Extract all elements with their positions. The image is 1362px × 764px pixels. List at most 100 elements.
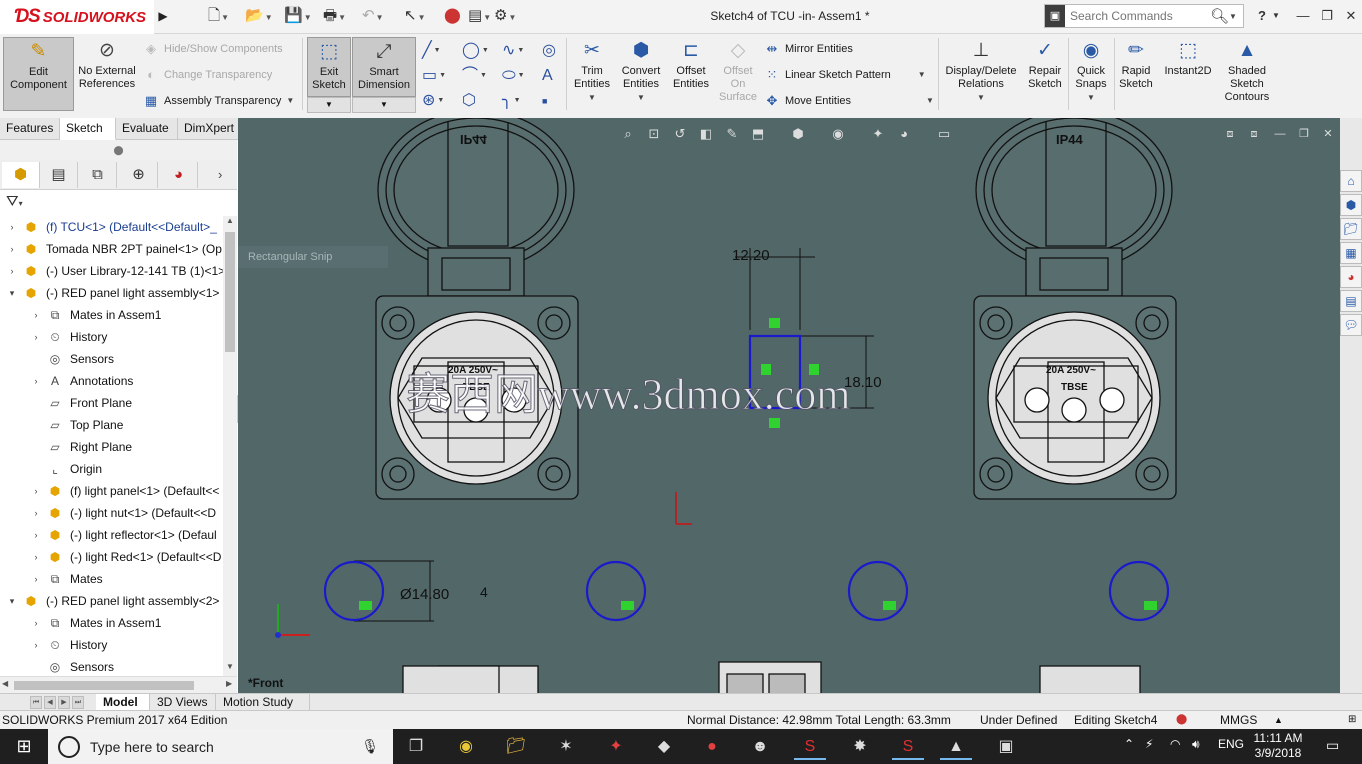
viewport-restore-icon[interactable]: ❐ xyxy=(1294,124,1314,144)
bottom-tab-3d-views[interactable]: 3D Views xyxy=(150,694,216,711)
tree-item[interactable]: › ⬢ (f) TCU<1> (Default<<Default>_ xyxy=(0,216,223,238)
expand-arrow-icon[interactable]: › xyxy=(6,216,18,238)
forum-icon[interactable]: 💬︎ xyxy=(1340,314,1362,336)
linear-pattern-dropdown-icon[interactable]: ▼ xyxy=(918,65,926,85)
bottom-tab-motion-study-1[interactable]: Motion Study 1 xyxy=(216,694,310,725)
zoom-to-area-icon[interactable]: ⊡ xyxy=(644,124,664,144)
scroll-right-icon[interactable]: ▶ xyxy=(226,679,232,688)
scroll-up-icon[interactable]: ▲ xyxy=(224,216,236,230)
viewport-close-icon[interactable]: ✕ xyxy=(1318,124,1338,144)
tree-item[interactable]: ▱ Front Plane xyxy=(0,392,223,414)
prev-tab-arrow-icon[interactable]: ◀ xyxy=(44,696,56,709)
line-tool-icon[interactable]: ╱ ▼ xyxy=(422,40,456,62)
tab-features[interactable]: Features xyxy=(0,118,60,140)
expand-arrow-icon[interactable]: › xyxy=(6,260,18,282)
ellipse-tool-icon[interactable]: ⬭ ▼ xyxy=(502,65,536,87)
dimension-width-label[interactable]: 12.20 xyxy=(732,247,770,264)
trim-entities-button[interactable]: ✂ Trim Entities ▼ xyxy=(570,37,614,111)
display-delete-relations-button[interactable]: ⊥ Display/Delete Relations ▼ xyxy=(942,37,1020,111)
app-icon-7[interactable]: ▣ xyxy=(990,734,1022,760)
property-manager-tab[interactable]: ▤ xyxy=(40,162,78,188)
tree-item[interactable]: ▱ Right Plane xyxy=(0,436,223,458)
save-icon[interactable]: 💾▼ xyxy=(284,5,314,27)
convert-dropdown-icon[interactable]: ▼ xyxy=(637,91,645,104)
collapse-arrow-icon[interactable]: ▾ xyxy=(6,282,18,304)
next-tab-arrow-icon[interactable]: ▶ xyxy=(58,696,70,709)
tab-dimxpert[interactable]: DimXpert xyxy=(178,118,242,140)
assembly-transparency-button[interactable]: ▦ Assembly Transparency ▼ xyxy=(143,91,294,111)
view-palette-icon[interactable]: ▦ xyxy=(1340,242,1362,264)
open-folder-icon[interactable]: 📂▼ xyxy=(245,5,275,27)
text-tool-icon[interactable]: A xyxy=(542,65,562,87)
expand-arrow-icon[interactable]: › xyxy=(30,524,42,546)
tab-sketch[interactable]: Sketch xyxy=(60,118,116,140)
move-entities-button[interactable]: ✥ Move Entities ▼ xyxy=(764,91,934,111)
graphics-area[interactable]: 12.20 18.10 Ø14.80 4 20A 250V~ TBSE 20A … xyxy=(238,118,1340,694)
spline-tool-icon[interactable]: ∿ ▼ xyxy=(502,40,536,62)
dimension-diameter-label[interactable]: Ø14.80 xyxy=(400,586,449,603)
tree-item[interactable]: › ⏲ History xyxy=(0,634,223,656)
expand-arrow-icon[interactable]: › xyxy=(30,612,42,634)
last-tab-arrow-icon[interactable]: ⏭ xyxy=(72,696,84,709)
viewport-right-icon[interactable]: ⧈ xyxy=(1244,124,1264,144)
search-scope-icon[interactable]: ▣ xyxy=(1045,5,1065,27)
display-style-icon[interactable]: ⬢ xyxy=(788,124,808,144)
tree-item[interactable]: ▱ Top Plane xyxy=(0,414,223,436)
display-manager-tab[interactable]: ◕ xyxy=(160,162,198,188)
scroll-thumb[interactable] xyxy=(225,232,235,352)
sketch-point-icon[interactable]: ◎ xyxy=(542,40,562,62)
app-icon-6[interactable]: ✸ xyxy=(844,734,876,760)
solidworks-2017-taskbar-icon-2[interactable]: S xyxy=(892,734,924,760)
minimize-button[interactable]: — xyxy=(1290,6,1316,26)
zoom-to-fit-icon[interactable]: ⌕ xyxy=(618,124,638,144)
tree-item[interactable]: › ⧉ Mates in Assem1 xyxy=(0,304,223,326)
design-library-icon[interactable]: ⬢ xyxy=(1340,194,1362,216)
tray-chevron-icon[interactable]: ⌃ xyxy=(1124,737,1134,751)
move-dropdown-icon[interactable]: ▼ xyxy=(926,91,934,111)
configuration-manager-tab[interactable]: ⧉ xyxy=(79,162,117,188)
viewport-minimize-icon[interactable]: — xyxy=(1270,124,1290,144)
tree-item[interactable]: ◎ Sensors xyxy=(0,656,223,676)
search-commands-box[interactable]: ▣ 🔍︎▼ xyxy=(1044,4,1244,28)
menu-expand-arrow-icon[interactable]: ▶ xyxy=(156,6,170,26)
scroll-left-icon[interactable]: ◀ xyxy=(2,679,8,688)
expand-arrow-icon[interactable]: › xyxy=(30,480,42,502)
file-explorer-taskbar-icon[interactable]: 📁︎ xyxy=(500,734,532,760)
tab-evaluate[interactable]: Evaluate xyxy=(116,118,178,140)
expand-arrow-icon[interactable]: › xyxy=(30,568,42,590)
hide-show-components-button[interactable]: ◈ Hide/Show Components xyxy=(143,39,294,59)
tree-item[interactable]: › ⬢ (-) light Red<1> (Default<<D xyxy=(0,546,223,568)
linear-sketch-pattern-button[interactable]: ⁙ Linear Sketch Pattern ▼ xyxy=(764,65,934,85)
photos-icon[interactable]: ▲ xyxy=(940,734,972,760)
taskbar-search-box[interactable]: Type here to search 🎙︎ xyxy=(48,729,393,764)
windows-start-icon[interactable]: ⊞ xyxy=(0,729,48,764)
custom-properties-icon[interactable]: ▤ xyxy=(1340,290,1362,312)
language-indicator[interactable]: ENG xyxy=(1218,737,1244,751)
slot-tool-icon[interactable]: ⊛ ▼ xyxy=(422,90,456,112)
smart-dimension-dropdown-icon[interactable]: ▼ xyxy=(352,97,416,113)
appearances-icon[interactable]: ◕ xyxy=(1340,266,1362,288)
relations-dropdown-icon[interactable]: ▼ xyxy=(977,91,985,104)
app-icon-2[interactable]: ✦ xyxy=(600,734,632,760)
app-icon-4[interactable]: ● xyxy=(696,734,728,760)
mirror-entities-button[interactable]: ⇹ Mirror Entities xyxy=(764,39,934,59)
repair-sketch-button[interactable]: ✓ Repair Sketch xyxy=(1024,37,1066,111)
wifi-icon[interactable]: ◠ xyxy=(1170,737,1180,751)
select-arrow-icon[interactable]: ↖▼ xyxy=(404,5,434,27)
expand-arrow-icon[interactable]: › xyxy=(30,326,42,348)
solidworks-resources-icon[interactable]: ⌂ xyxy=(1340,170,1362,192)
tree-item[interactable]: ▾ ⬢ (-) RED panel light assembly<2> xyxy=(0,590,223,612)
tree-item[interactable]: › ⬢ (f) light panel<1> (Default<< xyxy=(0,480,223,502)
expand-arrow-icon[interactable]: › xyxy=(30,370,42,392)
unit-system[interactable]: MMGS xyxy=(1220,711,1257,729)
assembly-transparency-dropdown-icon[interactable]: ▼ xyxy=(286,91,294,111)
h-scroll-thumb[interactable] xyxy=(14,681,194,690)
file-explorer-icon[interactable]: 📁︎ xyxy=(1340,218,1362,240)
filter-icon[interactable]: ⛛▾ xyxy=(6,193,30,213)
change-transparency-button[interactable]: ◐ Change Transparency xyxy=(143,65,294,85)
expand-arrow-icon[interactable]: › xyxy=(30,502,42,524)
scroll-down-icon[interactable]: ▼ xyxy=(224,662,236,676)
offset-entities-button[interactable]: ⊏ Offset Entities xyxy=(668,37,714,111)
arc-tool-icon[interactable]: ⌒ ▼ xyxy=(462,65,496,87)
print-icon[interactable]: 🖶▼ xyxy=(323,5,353,27)
